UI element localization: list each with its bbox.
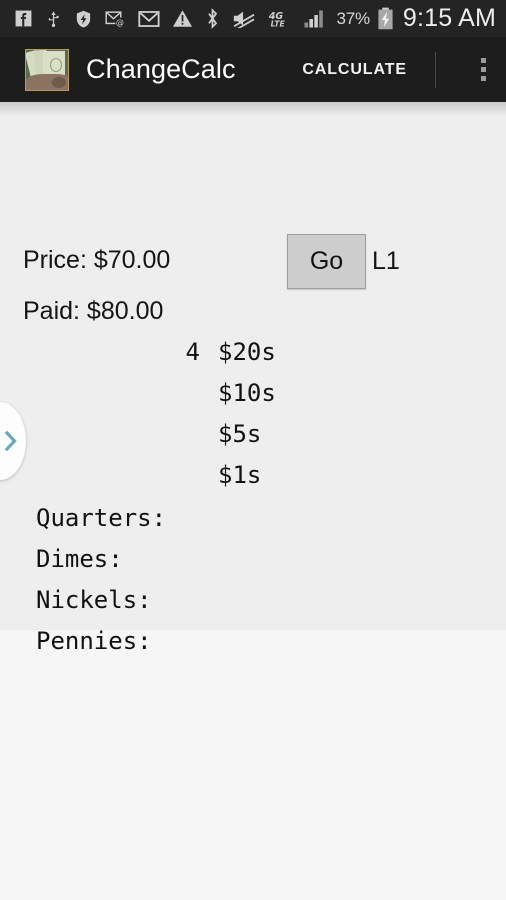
- bill-row: 4 $20s: [0, 338, 506, 379]
- email-at-icon: @: [105, 10, 126, 28]
- coin-label: Nickels:: [36, 586, 152, 614]
- bill-count: 4: [185, 338, 200, 366]
- status-bar: @ 4G LTE 37% 9:15 AM: [0, 0, 506, 37]
- bill-label: $20s: [218, 338, 276, 366]
- bill-row: $5s: [0, 420, 506, 461]
- coin-label: Dimes:: [36, 545, 123, 573]
- warning-triangle-icon: [172, 9, 193, 28]
- usb-icon: [45, 9, 62, 29]
- svg-text:@: @: [116, 18, 124, 27]
- app-bar-shadow: [0, 102, 506, 116]
- bill-row: $10s: [0, 379, 506, 420]
- coin-row: Pennies:: [0, 627, 506, 668]
- signal-bars-icon: [304, 9, 326, 28]
- battery-percent-label: 37%: [336, 8, 370, 28]
- coin-row: Nickels:: [0, 586, 506, 627]
- price-line: Price: $70.00: [23, 246, 171, 274]
- coin-denomination-list: Quarters: Dimes: Nickels: Pennies:: [0, 504, 506, 668]
- bill-row: $1s: [0, 461, 506, 502]
- volume-muted-icon: [232, 9, 256, 32]
- changecalc-app-icon[interactable]: [25, 48, 69, 91]
- calculate-action-button[interactable]: CALCULATE: [302, 61, 407, 79]
- gmail-icon: [138, 10, 160, 28]
- bill-label: $5s: [218, 420, 262, 448]
- overflow-menu-icon[interactable]: [460, 37, 506, 102]
- app-title: ChangeCalc: [86, 54, 236, 84]
- go-button[interactable]: Go: [287, 234, 366, 289]
- l1-label: L1: [372, 247, 400, 275]
- status-bar-clock: 9:15 AM: [402, 4, 496, 32]
- content-lower-area: [0, 630, 506, 900]
- coin-label: Quarters:: [36, 504, 167, 532]
- app-bar-divider: [435, 51, 436, 88]
- app-bar: ChangeCalc CALCULATE: [0, 37, 506, 102]
- bill-label: $10s: [218, 379, 276, 407]
- status-bar-system: 37% 9:15 AM: [336, 4, 496, 33]
- coin-label: Pennies:: [36, 627, 152, 655]
- paid-line: Paid: $80.00: [23, 297, 164, 325]
- battery-charging-icon: [377, 7, 394, 30]
- svg-text:LTE: LTE: [271, 19, 286, 28]
- bill-label: $1s: [218, 461, 262, 489]
- shield-security-icon: [74, 9, 93, 29]
- 4g-lte-icon: 4G LTE: [268, 9, 292, 29]
- coin-row: Dimes:: [0, 545, 506, 586]
- coin-row: Quarters:: [0, 504, 506, 545]
- facebook-icon: [14, 9, 33, 28]
- main-content: Price: $70.00 Paid: $80.00 Go L1 4 $20s …: [0, 102, 506, 900]
- chevron-right-icon: [4, 429, 18, 453]
- status-bar-notifications: @ 4G LTE: [14, 8, 336, 32]
- bluetooth-icon: [205, 8, 220, 29]
- bill-denomination-list: 4 $20s $10s $5s $1s: [0, 338, 506, 502]
